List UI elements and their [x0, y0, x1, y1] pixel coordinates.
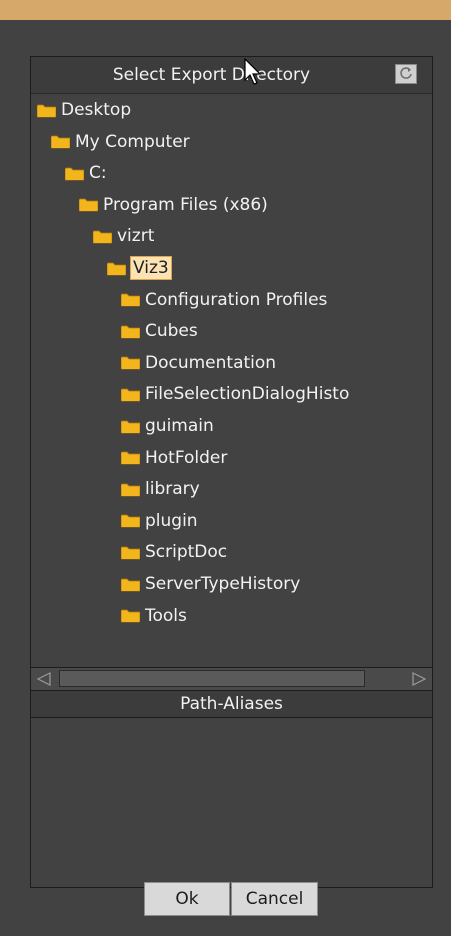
tree-node-label: vizrt: [117, 226, 155, 247]
tree-node-label: Tools: [145, 605, 187, 626]
tree-node[interactable]: My Computer: [51, 129, 190, 155]
tree-node-label: C:: [89, 163, 107, 184]
tree-node[interactable]: Viz3: [107, 255, 172, 281]
folder-icon: [121, 355, 140, 370]
select-directory-panel: Select Export Directory Desktop My Comput…: [30, 56, 433, 888]
tree-node[interactable]: C:: [65, 160, 107, 186]
dialog-title: Select Export Directory: [112, 65, 311, 85]
path-aliases-list[interactable]: [31, 718, 432, 887]
window-top-strip: [0, 0, 451, 20]
panel-titlebar: Select Export Directory: [31, 57, 432, 94]
tree-node-label: ScriptDoc: [145, 542, 228, 563]
folder-icon: [121, 482, 140, 497]
tree-node-label: FileSelectionDialogHisto: [145, 384, 350, 405]
folder-icon: [121, 292, 140, 307]
tree-node-label: Configuration Profiles: [145, 289, 328, 310]
mouse-cursor-icon: [244, 57, 264, 90]
tree-node[interactable]: Documentation: [121, 350, 276, 376]
scroll-left-arrow-icon[interactable]: [33, 670, 55, 688]
path-aliases-header: Path-Aliases: [31, 691, 432, 718]
folder-icon: [37, 103, 56, 118]
directory-tree[interactable]: Desktop My Computer C: Program Files (x86) v…: [31, 94, 432, 668]
tree-node[interactable]: vizrt: [93, 223, 154, 249]
folder-icon: [79, 197, 98, 212]
tree-node-label: Desktop: [61, 100, 132, 120]
tree-node[interactable]: Program Files (x86): [79, 192, 268, 218]
folder-icon: [121, 387, 140, 402]
tree-node-label: library: [145, 479, 200, 500]
folder-icon: [121, 545, 140, 560]
folder-icon: [121, 608, 140, 623]
horizontal-scrollbar[interactable]: [31, 667, 432, 691]
tree-node-label: Cubes: [145, 321, 198, 342]
tree-node[interactable]: Cubes: [121, 318, 198, 344]
tree-node[interactable]: library: [121, 476, 200, 502]
tree-node-label: plugin: [145, 510, 198, 531]
tree-node-label: My Computer: [75, 131, 190, 152]
tree-node-label: Viz3: [130, 256, 172, 280]
folder-icon: [121, 513, 140, 528]
refresh-button[interactable]: [395, 64, 417, 84]
tree-node[interactable]: Configuration Profiles: [121, 287, 327, 313]
tree-node-label: guimain: [145, 416, 214, 436]
tree-node[interactable]: plugin: [121, 508, 198, 534]
scrollbar-thumb[interactable]: [59, 670, 365, 687]
folder-icon: [51, 134, 70, 149]
folder-icon: [121, 419, 140, 434]
ok-button[interactable]: Ok: [144, 882, 230, 916]
folder-icon: [93, 229, 112, 244]
tree-node[interactable]: ServerTypeHistory: [121, 571, 300, 597]
tree-node[interactable]: ScriptDoc: [121, 539, 227, 565]
refresh-icon: [399, 65, 413, 84]
scroll-right-arrow-icon[interactable]: [408, 670, 430, 688]
folder-icon: [121, 577, 140, 592]
tree-node[interactable]: FileSelectionDialogHisto: [121, 381, 349, 407]
tree-node[interactable]: Desktop: [37, 97, 131, 123]
cancel-button[interactable]: Cancel: [231, 882, 318, 916]
tree-node-label: HotFolder: [145, 447, 228, 468]
folder-icon: [121, 450, 140, 465]
folder-icon: [121, 324, 140, 339]
folder-icon: [107, 261, 126, 276]
tree-node-label: ServerTypeHistory: [145, 574, 301, 594]
tree-node[interactable]: guimain: [121, 413, 214, 439]
tree-node[interactable]: HotFolder: [121, 445, 227, 471]
folder-icon: [65, 166, 84, 181]
tree-node-label: Documentation: [145, 352, 277, 373]
tree-node[interactable]: Tools: [121, 603, 187, 629]
tree-node-label: Program Files (x86): [103, 194, 268, 215]
